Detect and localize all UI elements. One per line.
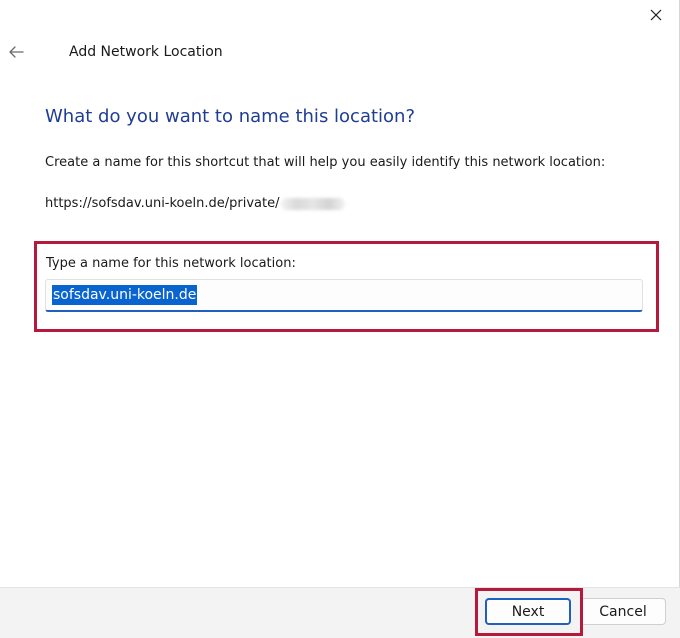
page-heading: What do you want to name this location? (45, 106, 416, 127)
close-icon (650, 9, 662, 21)
instruction-text: Create a name for this shortcut that wil… (45, 155, 606, 170)
window-title: Add Network Location (69, 44, 223, 60)
name-field-label: Type a name for this network location: (46, 256, 296, 271)
location-name-input[interactable]: sofsdav.uni-koeln.de (45, 279, 643, 312)
selected-input-text: sofsdav.uni-koeln.de (52, 285, 198, 305)
url-prefix: https://sofsdav.uni-koeln.de/private/ (45, 196, 280, 211)
back-button[interactable] (4, 40, 28, 64)
back-arrow-icon (9, 46, 24, 58)
cancel-button[interactable]: Cancel (580, 598, 666, 625)
next-button-highlight (475, 588, 583, 636)
network-url: https://sofsdav.uni-koeln.de/private/ (45, 196, 346, 211)
redacted-username (281, 197, 346, 210)
close-button[interactable] (633, 0, 679, 30)
add-network-location-dialog: Add Network Location What do you want to… (0, 0, 680, 638)
